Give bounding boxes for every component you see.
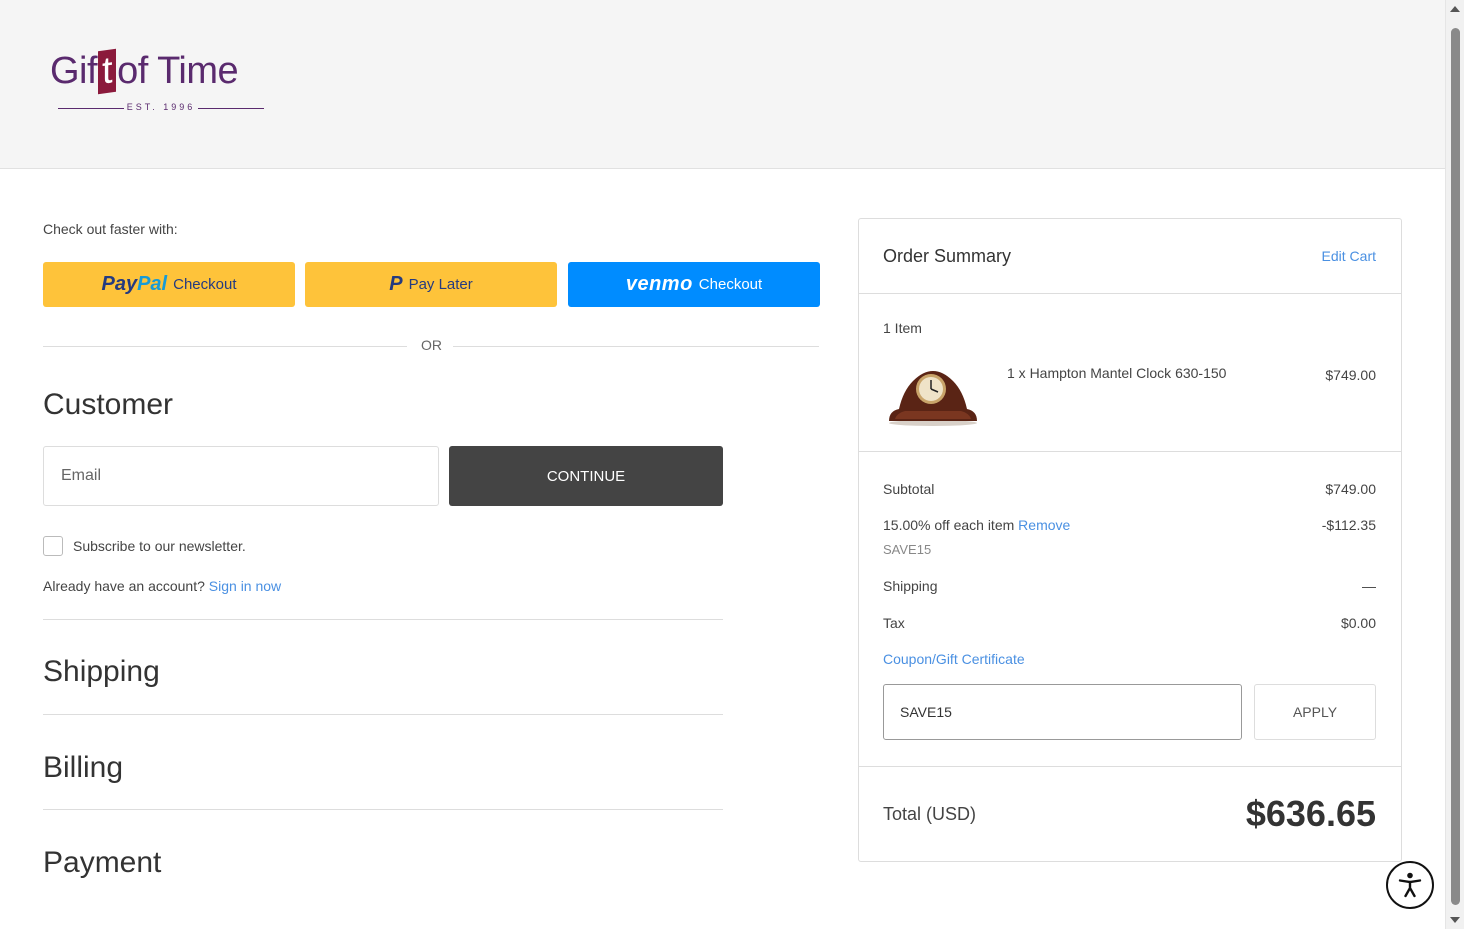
divider-line bbox=[453, 346, 819, 347]
scroll-down-arrow-icon[interactable] bbox=[1450, 917, 1460, 923]
subtotal-label: Subtotal bbox=[883, 481, 935, 497]
venmo-checkout-label: Checkout bbox=[698, 276, 763, 293]
summary-divider bbox=[859, 766, 1401, 767]
logo-wordmark: Gif t of Time bbox=[50, 48, 239, 95]
subtotal-value: $749.00 bbox=[1325, 481, 1376, 497]
customer-section-title: Customer bbox=[43, 388, 174, 421]
paypal-checkout-label: Checkout bbox=[173, 276, 237, 293]
site-header: Gif t of Time EST. 1996 bbox=[0, 0, 1445, 169]
scrollbar-thumb[interactable] bbox=[1451, 28, 1460, 905]
summary-divider bbox=[859, 293, 1401, 294]
venmo-checkout-button[interactable]: venmo Checkout bbox=[568, 262, 820, 307]
item-name: 1 x Hampton Mantel Clock 630-150 bbox=[1007, 365, 1227, 381]
discount-code: SAVE15 bbox=[883, 542, 932, 557]
total-label: Total (USD) bbox=[883, 804, 977, 824]
divider-line bbox=[43, 346, 407, 347]
discount-value: -$112.35 bbox=[1321, 517, 1376, 533]
tax-label: Tax bbox=[883, 615, 905, 631]
section-divider bbox=[43, 619, 723, 620]
item-price: $749.00 bbox=[1325, 367, 1376, 383]
total-value: $636.65 bbox=[1245, 793, 1376, 834]
discount-label: 15.00% off each item bbox=[883, 517, 1015, 533]
coupon-toggle-link[interactable]: Coupon/Gift Certificate bbox=[883, 651, 1025, 667]
tax-value: $0.00 bbox=[1340, 615, 1376, 631]
discount-row: 15.00% off each item Remove bbox=[883, 517, 1070, 533]
email-field[interactable] bbox=[43, 446, 439, 506]
payment-section-title: Payment bbox=[43, 846, 162, 879]
paypal-logo-icon: PayPal bbox=[101, 273, 168, 295]
newsletter-label: Subscribe to our newsletter. bbox=[73, 538, 246, 554]
sign-in-link[interactable]: Sign in now bbox=[209, 578, 281, 594]
apply-coupon-button[interactable]: APPLY bbox=[1254, 684, 1376, 740]
or-text: OR bbox=[421, 337, 442, 353]
accessibility-button[interactable] bbox=[1386, 861, 1434, 909]
shipping-label: Shipping bbox=[883, 578, 938, 594]
edit-cart-link[interactable]: Edit Cart bbox=[1322, 248, 1376, 264]
section-divider bbox=[43, 714, 723, 715]
scroll-up-arrow-icon[interactable] bbox=[1450, 6, 1460, 12]
paypal-checkout-button[interactable]: PayPal Checkout bbox=[43, 262, 295, 307]
page-scrollbar[interactable] bbox=[1445, 0, 1464, 929]
item-count: 1 Item bbox=[883, 320, 922, 336]
shipping-section-title: Shipping bbox=[43, 655, 160, 688]
account-prompt: Already have an account? Sign in now bbox=[43, 578, 281, 594]
order-summary-title: Order Summary bbox=[883, 246, 1012, 266]
or-divider: OR bbox=[43, 337, 819, 357]
site-logo[interactable]: Gif t of Time EST. 1996 bbox=[50, 44, 270, 120]
billing-section-title: Billing bbox=[43, 751, 124, 784]
accessibility-icon bbox=[1398, 872, 1422, 898]
section-divider bbox=[43, 809, 723, 810]
shipping-value: — bbox=[1362, 578, 1376, 594]
coupon-code-input[interactable] bbox=[883, 684, 1242, 740]
continue-button[interactable]: CONTINUE bbox=[449, 446, 723, 506]
paypal-pay-later-button[interactable]: P Pay Later bbox=[305, 262, 557, 307]
pay-later-label: Pay Later bbox=[408, 276, 473, 293]
product-thumbnail bbox=[889, 371, 977, 426]
remove-discount-link[interactable]: Remove bbox=[1018, 517, 1070, 533]
summary-divider bbox=[859, 451, 1401, 452]
newsletter-checkbox[interactable] bbox=[43, 536, 63, 556]
paypal-p-icon: P bbox=[389, 273, 403, 295]
venmo-logo-icon: venmo bbox=[625, 273, 693, 295]
logo-tagline: EST. 1996 bbox=[58, 102, 264, 112]
order-summary-panel: Order Summary Edit Cart 1 Item 1 x Hampt… bbox=[858, 218, 1402, 862]
checkout-faster-label: Check out faster with: bbox=[43, 221, 178, 237]
account-question: Already have an account? bbox=[43, 578, 205, 594]
